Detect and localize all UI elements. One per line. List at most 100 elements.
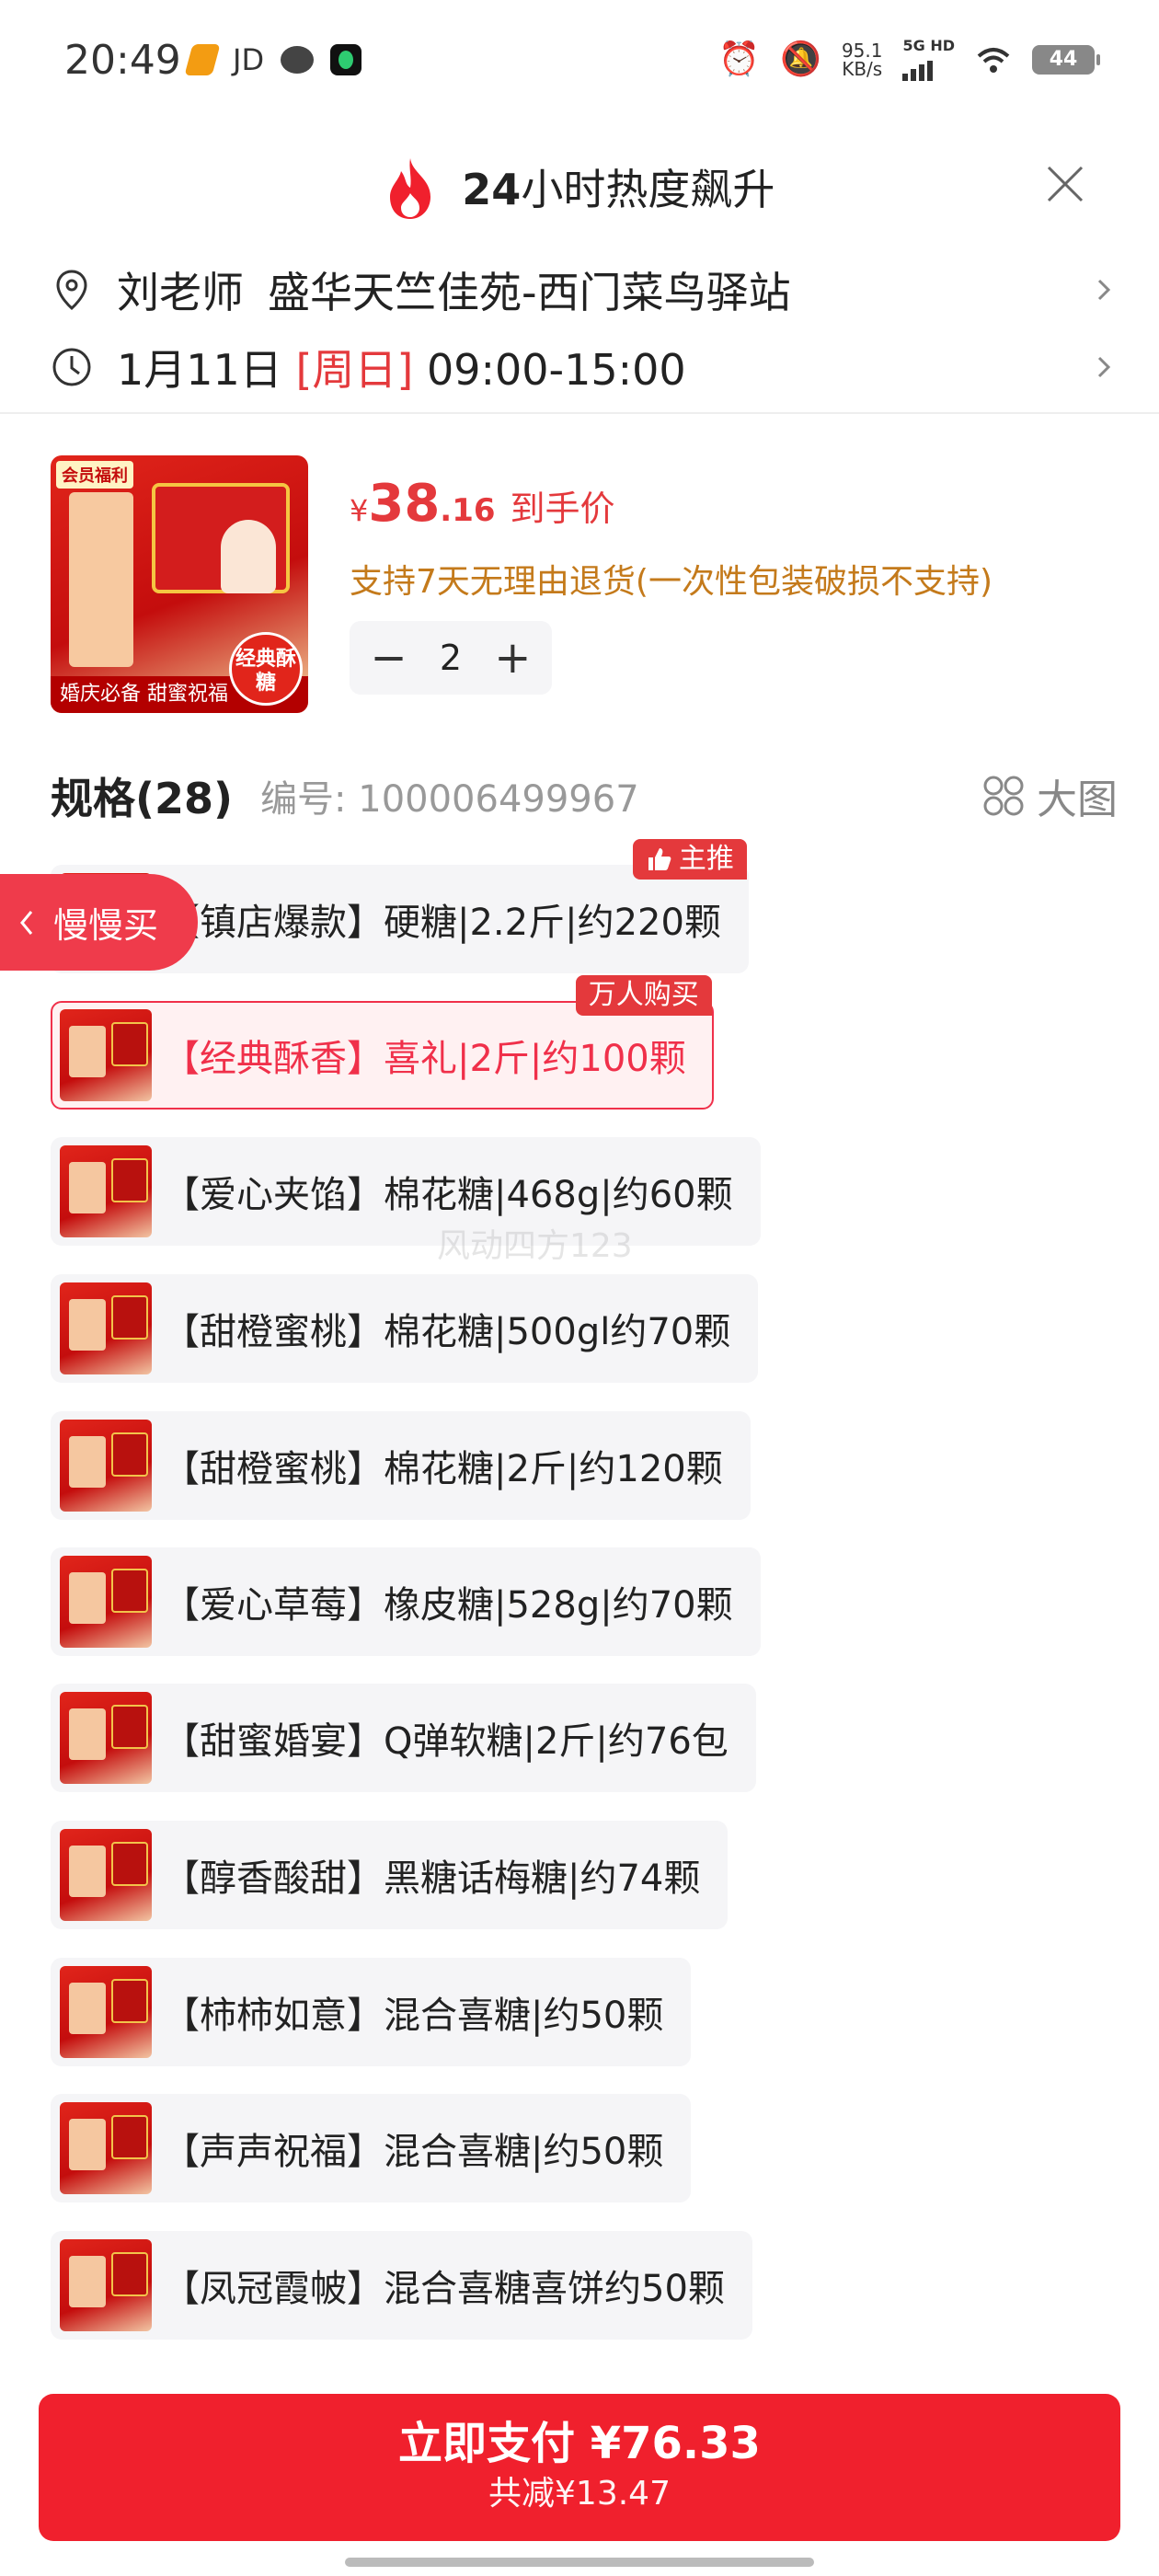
image-badge: 经典酥糖: [229, 632, 303, 706]
delivery-date: 1月11日: [117, 345, 282, 395]
delivery-weekday: [周日]: [295, 345, 414, 395]
product-summary: 会员福利 婚庆必备 甜蜜祝福 经典酥糖 ¥38.16 到手价 支持7天无理由退货(…: [51, 455, 1118, 713]
watermark: 风动四方123: [437, 1227, 633, 1265]
spec-item-label: 【醇香酸甜】黑糖话梅糖|约74颗: [163, 1857, 701, 1900]
popular-tag: 万人购买: [575, 975, 712, 1016]
section-divider: [0, 412, 1159, 414]
music-app-icon: [330, 44, 362, 75]
chevron-left-icon: [20, 910, 33, 935]
cellular-signal: 5G HD: [902, 39, 955, 81]
title-text: 小时热度飙升: [521, 165, 775, 214]
jd-text: JD: [233, 42, 265, 77]
spec-thumbnail: [60, 1009, 152, 1101]
wifi-icon: [977, 48, 1010, 73]
product-image-person: [221, 520, 276, 593]
spec-thumbnail: [60, 1282, 152, 1374]
price-label: 到手价: [510, 489, 615, 529]
price-symbol: ¥: [350, 493, 369, 528]
spec-thumbnail: [60, 1692, 152, 1784]
pay-now-button[interactable]: 立即支付 ¥76.33 共减¥13.47: [39, 2394, 1120, 2541]
thumbs-up-icon: [648, 848, 671, 870]
spec-thumbnail: [60, 1966, 152, 2058]
spec-item-label: 【甜橙蜜桃】棉花糖|2斤|约120颗: [163, 1448, 723, 1490]
spec-thumbnail: [60, 2239, 152, 2331]
clock-icon: [52, 348, 91, 386]
status-right-icons: ⏰ 🔕 95.1 KB/s 5G HD 44: [718, 39, 1100, 81]
spec-item[interactable]: 【柿柿如意】混合喜糖|约50颗: [51, 1958, 692, 2066]
spec-item-label: 【爱心草莓】橡皮糖|528g|约70颗: [163, 1584, 733, 1627]
battery-indicator: 44: [1032, 45, 1100, 75]
image-top-tag: 会员福利: [56, 461, 133, 489]
jd-logo-icon: [184, 44, 221, 75]
spec-thumbnail: [60, 2102, 152, 2194]
big-picture-label: 大图: [1037, 776, 1118, 823]
slow-buy-button[interactable]: 慢慢买: [0, 874, 198, 971]
home-indicator[interactable]: [345, 2558, 814, 2567]
product-image-box: [69, 492, 133, 667]
spec-item-label: 【甜橙蜜桃】棉花糖|500gl约70颗: [163, 1311, 731, 1353]
spec-item[interactable]: 【甜蜜婚宴】Q弹软糖|2斤|约76包: [51, 1684, 756, 1792]
discount-total: 共减¥13.47: [488, 2475, 671, 2513]
delivery-address-row[interactable]: 刘老师 盛华天竺佳苑-西门菜鸟驿站: [51, 258, 1118, 322]
recommended-tag-label: 主推: [678, 843, 734, 875]
slow-buy-label: 慢慢买: [53, 905, 159, 946]
page-title: 24小时热度飙升: [0, 156, 1159, 221]
spec-item-label: 【声声祝福】混合喜糖|约50颗: [163, 2131, 664, 2173]
return-policy: 支持7天无理由退货(一次性包装破损不支持): [350, 563, 993, 601]
spec-item[interactable]: 【醇香酸甜】黑糖话梅糖|约74颗: [51, 1821, 729, 1929]
spec-item-label: 【甜蜜婚宴】Q弹软糖|2斤|约76包: [163, 1720, 729, 1763]
price: ¥38.16 到手价: [350, 474, 615, 534]
network-speed-unit: KB/s: [842, 58, 883, 80]
grid-view-icon: [983, 776, 1024, 816]
spec-thumbnail: [60, 1420, 152, 1512]
delivery-time-text: 1月11日 [周日] 09:00-15:00: [117, 337, 1090, 397]
spec-item[interactable]: 【甜橙蜜桃】棉花糖|2斤|约120颗: [51, 1411, 751, 1520]
wechat-icon: [281, 46, 315, 74]
price-decimal: .16: [440, 492, 496, 529]
pay-bar: 立即支付 ¥76.33 共减¥13.47: [0, 2364, 1159, 2576]
delivery-time-range: 09:00-15:00: [426, 345, 686, 395]
spec-item[interactable]: 【甜橙蜜桃】棉花糖|500gl约70颗: [51, 1274, 759, 1383]
spec-item-label: 【经典酥香】喜礼|2斤|约100颗: [163, 1038, 686, 1080]
pay-now-label: 立即支付 ¥76.33: [398, 2418, 761, 2469]
spec-item-label: 【爱心夹馅】棉花糖|468g|约60颗: [163, 1174, 733, 1216]
spec-item-selected[interactable]: 【经典酥香】喜礼|2斤|约100颗 万人购买: [51, 975, 714, 1110]
network-type: 5G HD: [902, 37, 955, 54]
recipient-name: 刘老师: [117, 268, 244, 317]
address-value: 盛华天竺佳苑-西门菜鸟驿站: [268, 268, 791, 317]
chevron-right-icon: [1097, 279, 1111, 301]
spec-thumbnail: [60, 1829, 152, 1921]
quantity-stepper: − 2 +: [350, 621, 552, 695]
mute-bell-icon: 🔕: [780, 40, 821, 78]
increase-quantity-button[interactable]: +: [485, 630, 540, 685]
spec-title: 规格(28): [51, 774, 234, 823]
spec-item[interactable]: 【爱心夹馅】棉花糖|468g|约60颗: [51, 1137, 761, 1246]
spec-item[interactable]: 【凤冠霞帔】混合喜糖喜饼约50颗: [51, 2231, 752, 2340]
decrease-quantity-button[interactable]: −: [361, 630, 417, 685]
spec-item-label: 【凤冠霞帔】混合喜糖喜饼约50颗: [163, 2268, 725, 2310]
big-picture-button[interactable]: 大图: [981, 766, 1118, 825]
signal-bars-icon: [902, 53, 955, 81]
delivery-time-row[interactable]: 1月11日 [周日] 09:00-15:00: [51, 335, 1118, 399]
quantity-value[interactable]: 2: [440, 638, 462, 678]
network-speed-value: 95.1: [841, 40, 883, 62]
flame-icon: [389, 157, 430, 219]
spec-header: 规格(28) 编号: 100006499967 大图: [51, 764, 1118, 828]
status-app-icons: JD: [184, 42, 362, 77]
spec-thumbnail: [60, 1556, 152, 1648]
spec-item[interactable]: 【爱心草莓】橡皮糖|528g|约70颗: [51, 1547, 761, 1656]
spec-thumbnail: [60, 1145, 152, 1237]
product-code: 编号: 100006499967: [260, 778, 639, 821]
spec-item[interactable]: 【声声祝福】混合喜糖|约50颗: [51, 2094, 692, 2202]
product-image[interactable]: 会员福利 婚庆必备 甜蜜祝福 经典酥糖: [51, 455, 308, 713]
chevron-right-icon: [1097, 356, 1111, 378]
alarm-icon: ⏰: [718, 40, 761, 78]
address-text: 刘老师 盛华天竺佳苑-西门菜鸟驿站: [117, 259, 1090, 320]
status-bar: 20:49 JD ⏰ 🔕 95.1 KB/s 5G HD 44: [0, 0, 1159, 120]
close-icon[interactable]: [1043, 162, 1087, 206]
status-time: 20:49: [64, 37, 181, 84]
network-speed: 95.1 KB/s: [842, 41, 883, 78]
sheet-header: 24小时热度飙升: [0, 138, 1159, 239]
recommended-tag: 主推: [632, 839, 747, 880]
title-number: 24: [462, 165, 522, 214]
